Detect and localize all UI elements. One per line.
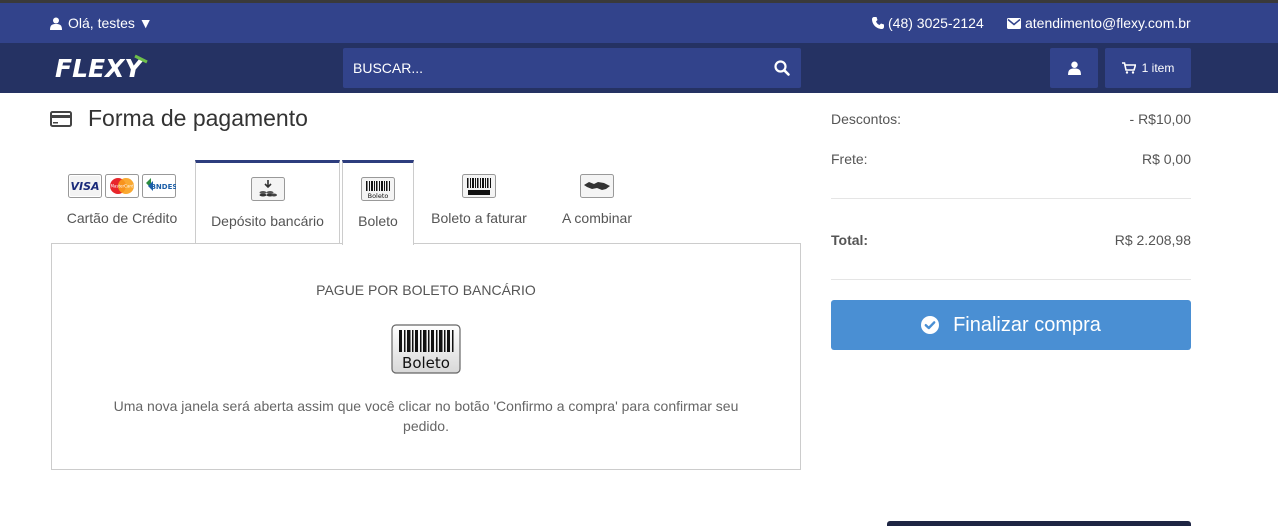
user-icon — [50, 17, 62, 30]
credit-card-icon — [50, 110, 72, 127]
account-button[interactable] — [1050, 48, 1098, 88]
tab-label: Boleto — [358, 213, 398, 229]
envelope-icon — [1007, 17, 1021, 29]
card-brand-logos: VISA MasterCard BNDES — [51, 172, 193, 200]
check-circle-icon — [921, 316, 940, 334]
main-navbar: FLEXY 1 item — [0, 43, 1278, 93]
tab-to-arrange[interactable]: A combinar — [544, 160, 650, 244]
tab-boleto-invoice[interactable]: Boleto a faturar — [416, 160, 542, 244]
search-input[interactable] — [343, 48, 753, 88]
boleto-big-icon: Boleto — [391, 324, 461, 374]
user-icon — [1067, 61, 1081, 75]
tab-label: Depósito bancário — [211, 213, 324, 229]
svg-text:BNDES: BNDES — [151, 183, 176, 191]
flexy-logo[interactable]: FLEXY — [55, 52, 175, 89]
tab-label: Cartão de Crédito — [66, 210, 178, 226]
mastercard-logo-icon: MasterCard — [105, 174, 139, 198]
email-contact[interactable]: atendimento@flexy.com.br — [1007, 15, 1191, 31]
search-icon[interactable] — [773, 59, 791, 77]
phone-contact[interactable]: (48) 3025-2124 — [872, 15, 984, 31]
svg-text:VISA: VISA — [70, 180, 99, 193]
email-address: atendimento@flexy.com.br — [1025, 15, 1191, 31]
bank-deposit-icon — [250, 177, 285, 201]
svg-text:MasterCard: MasterCard — [110, 184, 133, 189]
finalize-purchase-button[interactable]: Finalizar compra — [831, 300, 1191, 350]
shipping-row: Frete: R$ 0,00 — [831, 151, 1191, 167]
top-bar: Olá, testes ▼ (48) 3025-2124 atendimento… — [0, 0, 1278, 43]
discount-value: - R$10,00 — [1129, 111, 1191, 127]
shipping-label: Frete: — [831, 151, 868, 167]
discount-label: Descontos: — [831, 111, 902, 127]
search-bar — [343, 48, 801, 88]
handshake-icon — [580, 174, 614, 198]
boleto-panel: PAGUE POR BOLETO BANCÁRIO Boleto Uma nov… — [51, 243, 801, 470]
summary-divider — [831, 198, 1191, 199]
svg-text:Boleto: Boleto — [368, 192, 389, 200]
invoice-barcode-icon — [462, 174, 496, 198]
tab-credit-card[interactable]: VISA MasterCard BNDES Cartão de Crédito — [51, 160, 193, 244]
total-label: Total: — [831, 232, 869, 248]
user-menu[interactable]: Olá, testes ▼ — [50, 15, 153, 31]
phone-icon — [872, 17, 884, 29]
user-greeting: Olá, testes ▼ — [68, 15, 153, 31]
shipping-value: R$ 0,00 — [1141, 151, 1191, 167]
svg-text:FLEXY: FLEXY — [55, 54, 145, 83]
tab-bank-deposit[interactable]: Depósito bancário — [195, 160, 340, 244]
bndes-logo-icon: BNDES — [142, 174, 176, 198]
phone-number: (48) 3025-2124 — [888, 15, 984, 31]
finalize-purchase-label: Finalizar compra — [953, 313, 1101, 336]
visa-logo-icon: VISA — [68, 174, 102, 198]
panel-description: Uma nova janela será aberta assim que vo… — [113, 398, 739, 434]
tab-label: A combinar — [561, 210, 633, 226]
discount-row: Descontos: - R$10,00 — [831, 111, 1191, 127]
summary-divider — [831, 279, 1191, 280]
payment-section-header: Forma de pagamento — [50, 105, 308, 132]
boleto-icon: Boleto — [361, 177, 395, 201]
panel-title: PAGUE POR BOLETO BANCÁRIO — [316, 282, 536, 298]
tab-label: Boleto a faturar — [431, 210, 527, 226]
cart-icon — [1121, 62, 1136, 74]
cart-button[interactable]: 1 item — [1105, 48, 1191, 88]
tab-boleto[interactable]: Boleto Boleto — [342, 160, 414, 245]
cart-count: 1 item — [1141, 61, 1175, 75]
svg-text:Boleto: Boleto — [402, 354, 450, 372]
total-value: R$ 2.208,98 — [1114, 232, 1191, 248]
total-row: Total: R$ 2.208,98 — [831, 232, 1191, 248]
page-title: Forma de pagamento — [88, 105, 308, 131]
bottom-dark-bar — [887, 521, 1191, 526]
